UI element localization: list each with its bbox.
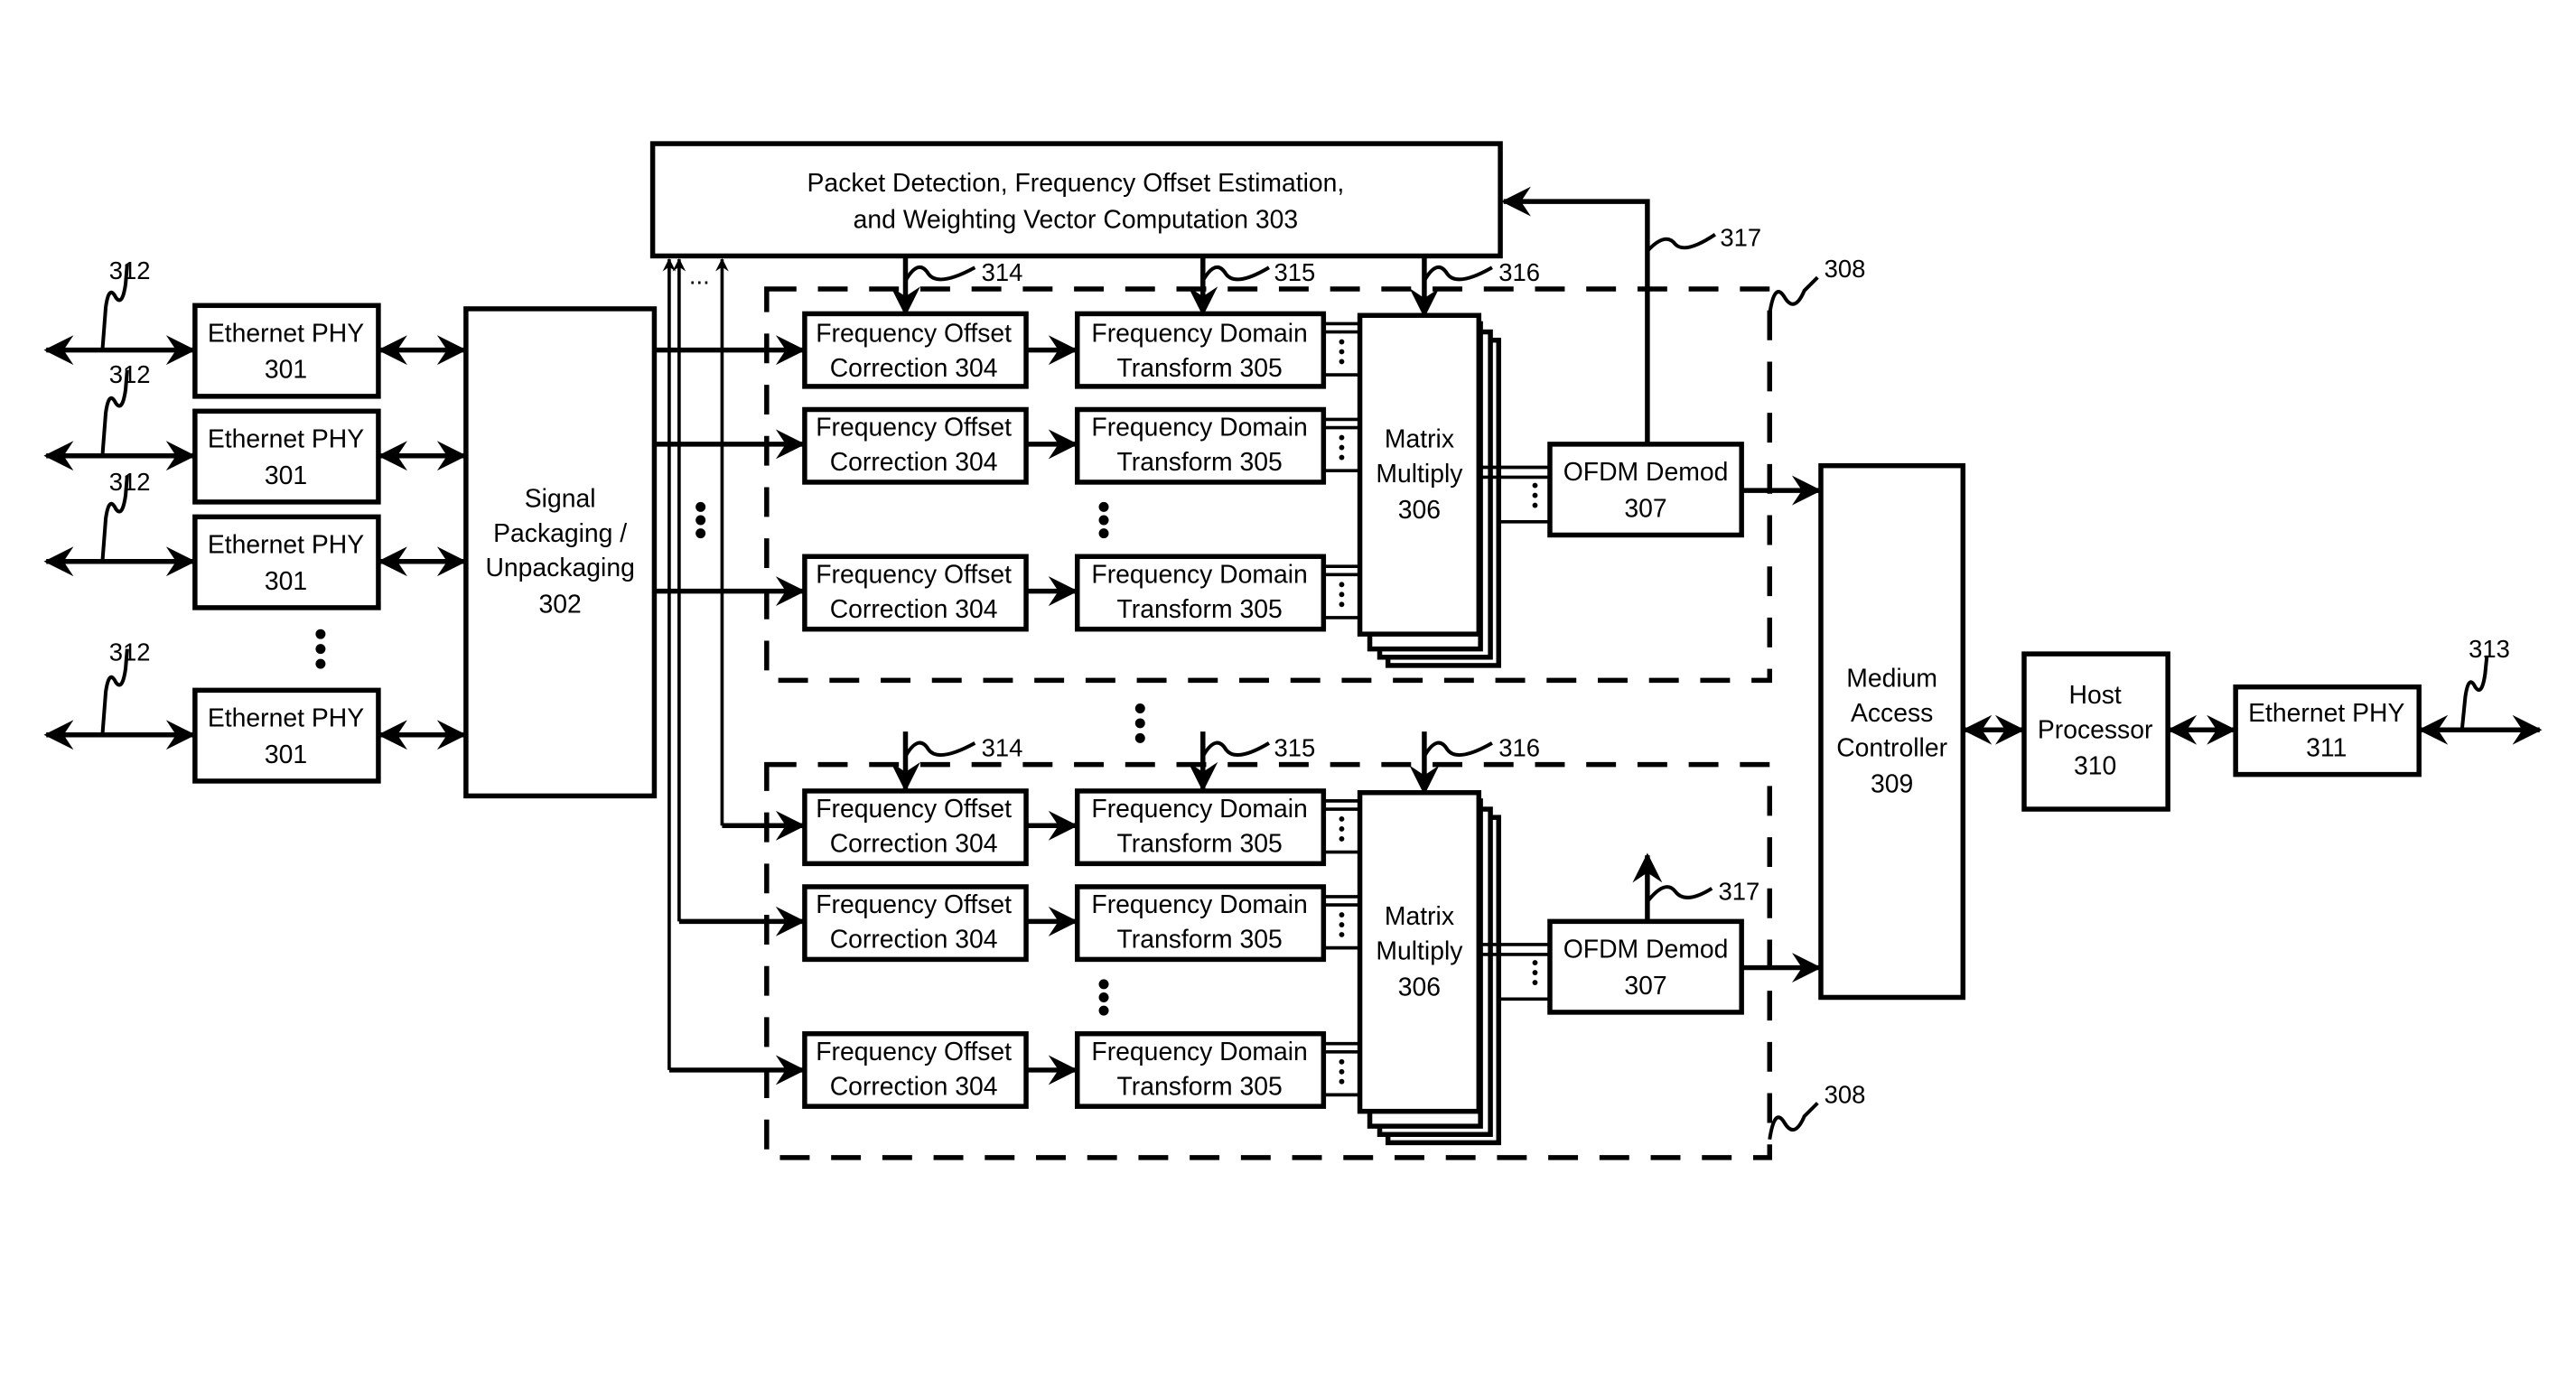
block-number: 301	[265, 356, 307, 385]
block-number: 301	[265, 740, 307, 769]
block-label: Transform 305	[1117, 595, 1283, 624]
block-label: OFDM Demod	[1563, 936, 1729, 964]
block-label: Correction 304	[830, 354, 998, 383]
block-label: Ethernet PHY	[2248, 699, 2404, 728]
block-label: Correction 304	[830, 926, 998, 955]
ref-label-317: 317	[1720, 223, 1761, 251]
block-label: Correction 304	[830, 1072, 998, 1101]
ref-label-314: 314	[982, 258, 1023, 286]
foc-fdt-row: Frequency Offset Correction 304 Frequenc…	[802, 884, 1358, 963]
ref-label-316: 316	[1498, 734, 1540, 762]
foc-fdt-row: Frequency Offset Correction 304 Frequenc…	[802, 554, 1358, 632]
block-label: Correction 304	[830, 595, 998, 624]
block-label: Host	[2069, 681, 2122, 710]
packet-detection-box	[649, 141, 1503, 259]
ethernet-phy-ellipsis	[315, 629, 326, 669]
block-label: Frequency Domain	[1091, 890, 1307, 919]
foc-fdt-row: Frequency Offset Correction 304 Frequenc…	[802, 406, 1358, 485]
block-label: Frequency Offset	[816, 890, 1012, 919]
block-label: Frequency Offset	[816, 1038, 1012, 1066]
block-label: Correction 304	[830, 448, 998, 477]
block-number: 306	[1398, 973, 1441, 1002]
block-label: Multiply	[1376, 936, 1463, 965]
block-label: Frequency Domain	[1091, 1038, 1307, 1066]
block-label: Matrix	[1385, 425, 1454, 454]
block-number: 307	[1624, 494, 1666, 523]
matrix-multiply-306: Matrix Multiply 306	[1357, 789, 1501, 1146]
block-label: Transform 305	[1117, 1072, 1283, 1101]
block-label: Transform 305	[1117, 926, 1283, 955]
block-label: Ethernet PHY	[208, 320, 364, 349]
signal-packaging-302: Signal Packaging / Unpackaging 302	[463, 306, 658, 799]
ref-label-317: 317	[1719, 878, 1760, 906]
signal-bus: ...	[654, 257, 806, 1085]
ofdm-demod-307: OFDM Demod 307	[1547, 918, 1744, 1015]
block-label: Frequency Offset	[816, 414, 1012, 442]
ofdm-receiver-block-diagram: 312 Ethernet PHY 301 312 Ethernet PHY 30…	[43, 141, 2543, 1160]
medium-access-controller-309: Medium Access Controller 309	[1818, 462, 1966, 1001]
block-label: Frequency Offset	[816, 320, 1012, 349]
ref-label-312: 312	[109, 256, 151, 284]
block-number: 301	[265, 461, 307, 490]
block-label: Frequency Domain	[1091, 320, 1307, 349]
matrix-multiply-306: Matrix Multiply 306	[1357, 312, 1501, 668]
block-number: 306	[1398, 496, 1441, 525]
block-label: and Weighting Vector Computation 303	[854, 205, 1299, 234]
block-label: Medium	[1846, 665, 1937, 694]
block-label: Multiply	[1376, 460, 1463, 489]
block-label: Frequency Domain	[1091, 795, 1307, 824]
packet-detection-303: Packet Detection, Frequency Offset Estim…	[649, 141, 1503, 259]
bus-ellipsis: ...	[689, 262, 710, 290]
block-label: Transform 305	[1117, 354, 1283, 383]
ofdm-demod-307: OFDM Demod 307	[1547, 442, 1744, 538]
ref-label-312: 312	[109, 360, 151, 388]
block-label: Packet Detection, Frequency Offset Estim…	[807, 169, 1345, 198]
block-label: Packaging /	[493, 519, 627, 548]
ref-label-312: 312	[109, 638, 151, 666]
ref-label-308: 308	[1825, 255, 1866, 283]
foc-fdt-row: Frequency Offset Correction 304 Frequenc…	[802, 788, 1358, 867]
foc-fdt-row: Frequency Offset Correction 304 Frequenc…	[802, 1030, 1358, 1109]
block-label: Matrix	[1385, 902, 1454, 931]
block-label: OFDM Demod	[1563, 458, 1729, 487]
ref-label-308: 308	[1825, 1081, 1866, 1109]
block-label: Ethernet PHY	[208, 425, 364, 454]
ethernet-phy-row-4: 312 Ethernet PHY 301	[43, 638, 467, 784]
receiver-chain-group-308-lower: 308 314 315 316 Frequency Offset Correct…	[764, 731, 1866, 1160]
block-label: Frequency Domain	[1091, 414, 1307, 442]
block-label: Frequency Offset	[816, 561, 1012, 590]
block-label: Correction 304	[830, 830, 998, 859]
block-number: 310	[2074, 752, 2116, 781]
signal-packaging-box	[463, 306, 658, 799]
host-processor-310: Host Processor 310	[2021, 651, 2170, 812]
block-label: Signal	[525, 484, 596, 513]
block-number: 307	[1624, 972, 1666, 1001]
ref-label-312: 312	[109, 468, 151, 496]
block-number: 301	[265, 567, 307, 596]
ref-label-315: 315	[1274, 258, 1315, 286]
block-label: Unpackaging	[485, 554, 634, 582]
ref-label-314: 314	[982, 734, 1023, 762]
block-label: Access	[1851, 699, 1933, 728]
ref-label-315: 315	[1274, 734, 1315, 762]
block-number: 302	[539, 590, 582, 619]
block-label: Frequency Offset	[816, 795, 1012, 824]
block-label: Controller	[1836, 734, 1947, 763]
ref-label-316: 316	[1498, 258, 1540, 286]
foc-fdt-row: Frequency Offset Correction 304 Frequenc…	[802, 311, 1358, 389]
block-label: Processor	[2038, 715, 2153, 744]
block-number: 309	[1871, 770, 1913, 799]
ethernet-phy-301-group: 312 Ethernet PHY 301 312 Ethernet PHY 30…	[43, 256, 467, 784]
block-label: Ethernet PHY	[208, 531, 364, 560]
block-label: Ethernet PHY	[208, 704, 364, 733]
block-label: Frequency Domain	[1091, 561, 1307, 590]
ref-label-313: 313	[2469, 635, 2510, 663]
ethernet-phy-311: Ethernet PHY 311	[2233, 684, 2422, 778]
receiver-chain-group-308-upper: 308 314 315 316 Frequency Offset Correct…	[764, 186, 1866, 684]
block-label: Transform 305	[1117, 830, 1283, 859]
block-label: Transform 305	[1117, 448, 1283, 477]
block-number: 311	[2306, 734, 2347, 763]
